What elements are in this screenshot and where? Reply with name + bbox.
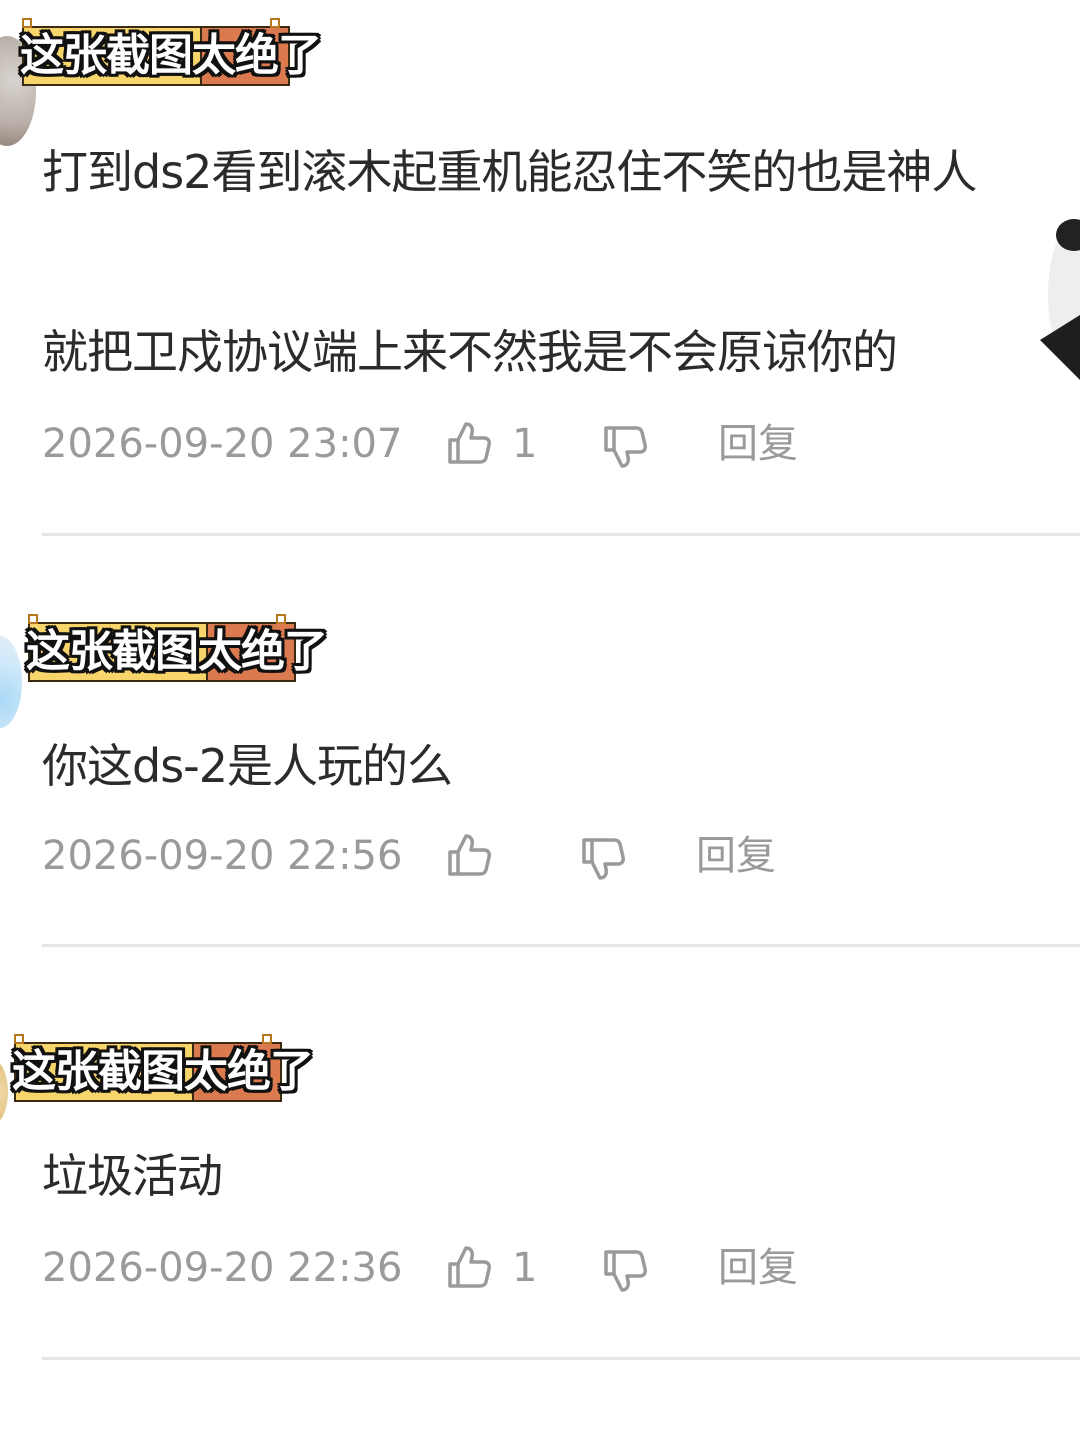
reply-button[interactable]: 回复: [696, 832, 776, 880]
thumbs-up-icon[interactable]: [444, 830, 494, 880]
comment-time: 2026-09-20 23:07: [42, 421, 403, 467]
comment-meta: 2026-09-20 23:07 1 回复: [42, 416, 1042, 472]
reply-button[interactable]: 回复: [718, 1244, 798, 1292]
comment-time: 2026-09-20 22:56: [42, 833, 403, 879]
comment-text: 打到ds2看到滚木起重机能忍住不笑的也是神人: [42, 145, 977, 199]
comment-meta: 2026-09-20 22:56 回复: [42, 828, 1042, 884]
divider: [42, 1357, 1080, 1360]
like-count: 1: [512, 1245, 538, 1291]
thumbs-down-icon[interactable]: [600, 1246, 650, 1296]
thumbs-down-icon[interactable]: [578, 834, 628, 884]
comment-text-line-2: 就把卫戍协议端上来不然我是不会原谅你的: [42, 325, 898, 379]
like-count: 1: [512, 421, 538, 467]
sticker-label: 这张截图太绝了: [26, 626, 328, 677]
thumbs-up-icon[interactable]: [444, 418, 494, 468]
sticker-overlay: 这张截图太绝了: [20, 18, 332, 86]
comment-time: 2026-09-20 22:36: [42, 1245, 403, 1291]
avatar[interactable]: [0, 636, 22, 728]
divider: [42, 944, 1080, 947]
emoji-sticker-icon: [1040, 219, 1080, 380]
sticker-label: 这张截图太绝了: [20, 30, 322, 81]
sticker-overlay: 这张截图太绝了: [26, 614, 338, 682]
sticker-label: 这张截图太绝了: [12, 1046, 314, 1097]
sticker-overlay: 这张截图太绝了: [12, 1034, 324, 1102]
comment-text: 垃圾活动: [42, 1149, 223, 1203]
comment-meta: 2026-09-20 22:36 1 回复: [42, 1240, 1042, 1296]
thumbs-down-icon[interactable]: [600, 422, 650, 472]
avatar[interactable]: [0, 1060, 8, 1124]
thumbs-up-icon[interactable]: [444, 1242, 494, 1292]
reply-button[interactable]: 回复: [718, 420, 798, 468]
divider: [42, 533, 1080, 536]
comment-text: 你这ds-2是人玩的么: [42, 739, 453, 793]
